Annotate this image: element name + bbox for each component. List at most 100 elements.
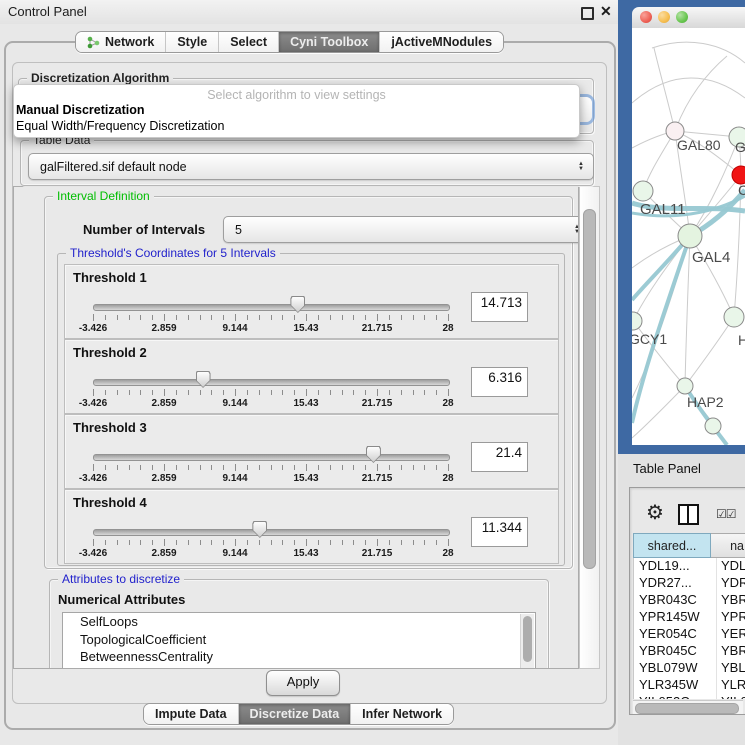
table-horizontal-scrollbar[interactable] [633,700,743,714]
slider-tick-label: 28 [442,398,453,409]
threshold-3-label: Threshold 3 [73,420,147,435]
threshold-3-slider-thumb[interactable] [366,446,381,463]
tab-jactivemnodules[interactable]: jActiveMNodules [379,32,503,52]
slider-tick [282,315,283,320]
threshold-1-slider-track[interactable] [93,304,450,311]
slider-tick-label: 28 [442,473,453,484]
table-data-combobox[interactable]: galFiltered.sif default node ▲▼ [28,153,594,180]
slider-tick-label: 15.43 [293,323,318,334]
numerical-attributes-list[interactable]: SelfLoopsTopologicalCoefficientBetweenne… [62,612,536,669]
minimize-traffic-light-icon[interactable] [658,11,670,23]
node-gcy1[interactable] [632,312,642,330]
column-header-name[interactable]: na [711,533,745,558]
tab-discretize-data[interactable]: Discretize Data [238,704,351,724]
threshold-1-slider-thumb[interactable] [290,296,305,313]
slider-tick [330,390,331,395]
table-row[interactable]: YDR27...YDR2 [634,575,745,592]
settings-vertical-scrollbar[interactable] [579,186,600,669]
slider-tick [401,540,402,545]
dropdown-option-manual-discretization[interactable]: Manual Discretization [16,103,145,117]
float-window-icon[interactable] [581,7,594,20]
node-gal4[interactable] [678,224,702,248]
tab-style[interactable]: Style [165,32,218,52]
threshold-3-slider-track[interactable] [93,454,450,461]
split-columns-icon[interactable] [678,504,699,525]
slider-tick [93,314,94,321]
slider-tick-label: 21.715 [362,548,393,559]
slider-tick [318,390,319,395]
threshold-2-slider-track[interactable] [93,379,450,386]
threshold-2-value-field[interactable]: 6.316 [471,367,528,397]
column-header-shared-name[interactable]: shared... [633,533,711,558]
list-scrollbar[interactable] [520,614,534,669]
close-traffic-light-icon[interactable] [640,11,652,23]
slider-tick [365,390,366,395]
table-row[interactable]: YIL052CYIL0 [634,694,745,699]
table-row[interactable]: YPR145WYPR1 [634,609,745,626]
node-attribute-table: shared... na YDL19...YDL1YDR27...YDR2YBR… [633,533,745,699]
table-row[interactable]: YBR043CYBR0 [634,592,745,609]
dropdown-placeholder-option[interactable]: Select algorithm to view settings [14,88,579,102]
node-gal11[interactable] [633,181,653,201]
tab-label: Cyni Toolbox [290,35,368,49]
slider-tick-label: 21.715 [362,473,393,484]
table-row[interactable]: YLR345WYLR3 [634,677,745,694]
zoom-traffic-light-icon[interactable] [676,11,688,23]
node-label-hap2: HAP2 [687,394,724,410]
node-bottom[interactable] [705,418,721,434]
attribute-item-selfloops[interactable]: SelfLoops [63,613,535,631]
slider-tick [342,465,343,470]
slider-tick [211,390,212,395]
slider-tick [424,465,425,470]
slider-tick [365,465,366,470]
attribute-item-betweennesscentrality[interactable]: BetweennessCentrality [63,648,535,666]
number-of-intervals-combobox[interactable]: 5 ▲▼ [223,216,579,243]
slider-tick [223,315,224,320]
slider-tick [129,390,130,395]
threshold-3-value-field[interactable]: 21.4 [471,442,528,472]
node-hap2[interactable] [677,378,693,394]
threshold-2-slider-thumb[interactable] [196,371,211,388]
network-canvas[interactable]: GAL80 GA C GAL11 GAL4 GCY1 H HAP2 [632,28,745,445]
table-row[interactable]: YBL079WYBL0 [634,660,745,677]
table-row[interactable]: YDL19...YDL1 [634,558,745,575]
threshold-4-slider-track[interactable] [93,529,450,536]
checkbox-icons[interactable]: ☑☑ [716,507,736,521]
list-scrollbar-thumb[interactable] [523,616,532,662]
table-header-row: shared... na [633,533,745,558]
node-label-gal80: GAL80 [677,137,721,153]
settings-scrollbar-thumb[interactable] [583,209,596,569]
tab-infer-network[interactable]: Infer Network [350,704,453,724]
tab-network[interactable]: Network [76,32,165,52]
threshold-4-value-field[interactable]: 11.344 [471,517,528,547]
attribute-item-topologicalcoefficient[interactable]: TopologicalCoefficient [63,631,535,649]
dropdown-option-equal-width-frequency[interactable]: Equal Width/Frequency Discretization [16,119,224,133]
gear-icon[interactable]: ⚙ [646,500,664,525]
network-window-titlebar[interactable] [632,7,745,29]
slider-tick [448,314,449,321]
node-h[interactable] [724,307,744,327]
slider-tick [105,465,106,470]
table-body: YDL19...YDL1YDR27...YDR2YBR043CYBR0YPR14… [633,558,745,699]
close-icon[interactable]: ✕ [600,3,612,20]
table-hscrollbar-thumb[interactable] [635,703,739,714]
threshold-4-slider-thumb[interactable] [252,521,267,538]
tab-cyni-toolbox[interactable]: Cyni Toolbox [278,32,379,52]
slider-tick [164,464,165,471]
slider-tick [105,390,106,395]
slider-tick-label: 2.859 [151,323,176,334]
table-row[interactable]: YBR045CYBR0 [634,643,745,660]
threshold-1-value-field[interactable]: 14.713 [471,292,528,322]
tab-select[interactable]: Select [218,32,278,52]
slider-tick [353,390,354,395]
network-view-window[interactable]: GAL80 GA C GAL11 GAL4 GCY1 H HAP2 [618,0,745,454]
slider-tick-label: -3.426 [79,548,107,559]
slider-tick [413,315,414,320]
slider-tick [353,465,354,470]
apply-button[interactable]: Apply [266,670,340,696]
table-row[interactable]: YER054CYER0 [634,626,745,643]
interval-definition-title: Interval Definition [53,189,154,203]
slider-tick [259,315,260,320]
slider-tick [271,390,272,395]
tab-impute-data[interactable]: Impute Data [144,704,238,724]
